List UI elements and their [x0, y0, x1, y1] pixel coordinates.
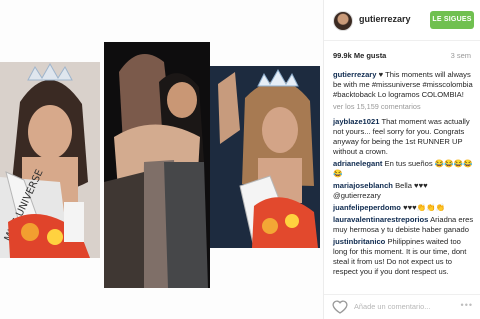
photo-middle-embrace	[104, 42, 210, 288]
post-sidebar: gutierrezary LE SIGUES 99.9k Me gusta 3 …	[323, 0, 480, 319]
avatar[interactable]	[333, 11, 353, 31]
profile-handle[interactable]: gutierrezary	[359, 14, 411, 24]
comment: juanfelipeperdomo ♥♥♥👏👏👏	[333, 203, 477, 213]
caption-user[interactable]: gutierrezary	[333, 70, 376, 79]
comment-user[interactable]: justinbritanico	[333, 237, 385, 246]
caption: gutierrezary ♥ This moments will always …	[333, 70, 477, 100]
comment-user[interactable]: adrianelegant	[333, 159, 382, 168]
photo-left-crowned-woman: MISS UNIVERSE	[0, 62, 100, 258]
instagram-post-view: MISS UNIVERSE gutierrezary LE SIGUES 99.…	[0, 0, 480, 319]
follow-button[interactable]: LE SIGUES	[430, 11, 474, 29]
post-age: 3 sem	[450, 51, 471, 60]
post-header: gutierrezary LE SIGUES	[324, 0, 480, 41]
comment-user[interactable]: jayblaze1021	[333, 117, 379, 126]
add-comment-input[interactable]: Añade un comentario...	[354, 302, 430, 311]
comment: jayblaze1021 That moment was actually no…	[333, 117, 477, 157]
more-options-icon[interactable]: •••	[461, 300, 473, 310]
comment: adrianelegant En tus sueños 😂😂😂😂😂	[333, 159, 477, 179]
view-more-comments[interactable]: ver los 15,159 comentarios	[333, 102, 477, 112]
heart-icon[interactable]	[332, 299, 348, 315]
comment-user[interactable]: lauravalentinarestreporios	[333, 215, 428, 224]
comment-user[interactable]: mariajoseblanch	[333, 181, 393, 190]
comment: justinbritanico Philippines waited too l…	[333, 237, 477, 277]
comments-list: gutierrezary ♥ This moments will always …	[333, 70, 477, 279]
post-photo[interactable]: MISS UNIVERSE	[0, 0, 323, 319]
comment-user[interactable]: juanfelipeperdomo	[333, 203, 401, 212]
likes-count[interactable]: 99.9k Me gusta	[333, 51, 386, 60]
comment-bar: Añade un comentario... •••	[324, 294, 480, 319]
photo-right-crowned-woman	[210, 66, 320, 248]
comment: lauravalentinarestreporios Ariadna eres …	[333, 215, 477, 235]
comment: mariajoseblanch Bella ♥♥♥ @gutierrezary	[333, 181, 477, 201]
comment-text: ♥♥♥👏👏👏	[403, 203, 445, 212]
